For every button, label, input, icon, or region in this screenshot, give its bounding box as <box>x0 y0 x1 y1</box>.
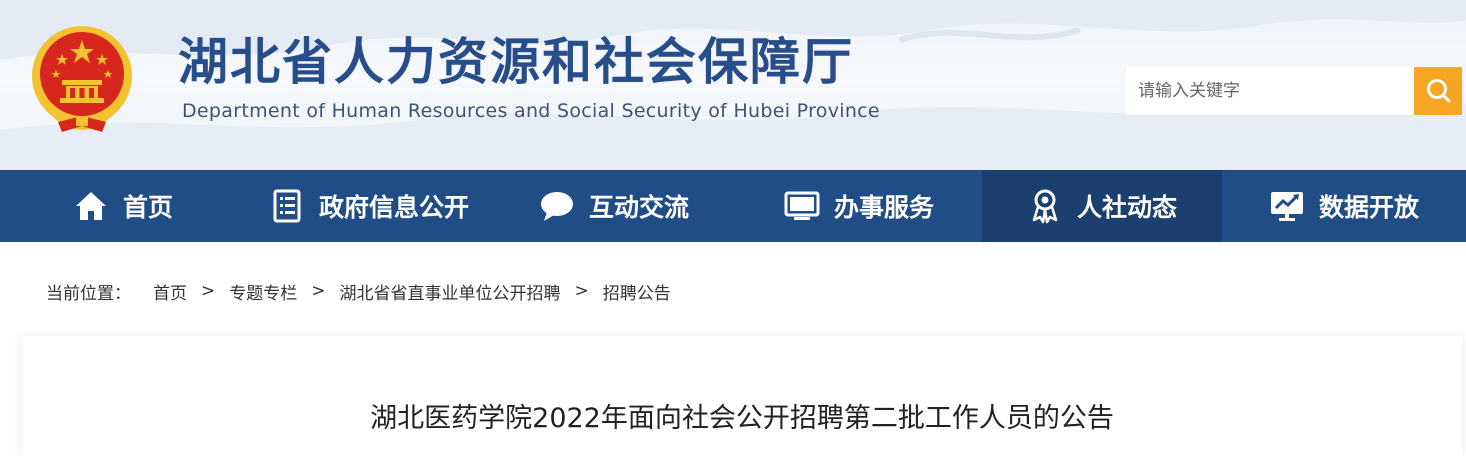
nav-item-home[interactable]: 首页 <box>0 170 246 242</box>
person-badge-icon <box>1027 188 1063 224</box>
nav-item-label: 数据开放 <box>1318 193 1419 222</box>
main-navigation: 首页 政府信息公开 互动交流 办事服务 人社动态 数据开放 <box>0 170 1466 242</box>
search-input[interactable] <box>1126 67 1414 115</box>
monitor-icon <box>784 188 820 224</box>
breadcrumb-separator: > <box>574 281 589 301</box>
nav-item-interaction[interactable]: 互动交流 <box>492 170 736 242</box>
breadcrumb-link-recruitment[interactable]: 湖北省省直事业单位公开招聘 <box>340 279 561 304</box>
site-title: 湖北省人力资源和社会保障厅 <box>178 32 854 91</box>
breadcrumb: 当前位置： 首页 > 专题专栏 > 湖北省省直事业单位公开招聘 > 招聘公告 <box>46 278 671 304</box>
breadcrumb-separator: > <box>201 281 216 301</box>
breadcrumb-separator: > <box>311 281 326 301</box>
site-subtitle: Department of Human Resources and Social… <box>182 100 880 122</box>
nav-item-services[interactable]: 办事服务 <box>736 170 982 242</box>
article-title: 湖北医药学院2022年面向社会公开招聘第二批工作人员的公告 <box>370 403 1114 434</box>
search-button[interactable] <box>1414 67 1462 115</box>
nav-item-label: 互动交流 <box>588 193 689 222</box>
chat-bubble-icon <box>539 188 575 224</box>
nav-item-news[interactable]: 人社动态 <box>982 170 1222 242</box>
search-icon <box>1427 79 1451 103</box>
breadcrumb-link-home[interactable]: 首页 <box>153 279 187 304</box>
national-emblem-icon <box>32 26 132 132</box>
site-header: 湖北省人力资源和社会保障厅 Department of Human Resour… <box>0 0 1466 170</box>
breadcrumb-link-announcements[interactable]: 招聘公告 <box>603 279 671 304</box>
document-list-icon <box>269 188 305 224</box>
article-card: 湖北医药学院2022年面向社会公开招聘第二批工作人员的公告 <box>22 336 1462 456</box>
nav-item-open-data[interactable]: 数据开放 <box>1222 170 1466 242</box>
nav-item-label: 人社动态 <box>1076 193 1177 222</box>
breadcrumb-link-topics[interactable]: 专题专栏 <box>229 279 297 304</box>
home-icon <box>73 188 109 224</box>
search-bar <box>1126 67 1462 115</box>
nav-item-label: 政府信息公开 <box>318 193 469 222</box>
nav-item-label: 办事服务 <box>833 193 934 222</box>
chart-screen-icon <box>1269 188 1305 224</box>
breadcrumb-prefix: 当前位置： <box>46 283 131 304</box>
nav-item-gov-info[interactable]: 政府信息公开 <box>246 170 492 242</box>
nav-item-label: 首页 <box>122 193 173 222</box>
